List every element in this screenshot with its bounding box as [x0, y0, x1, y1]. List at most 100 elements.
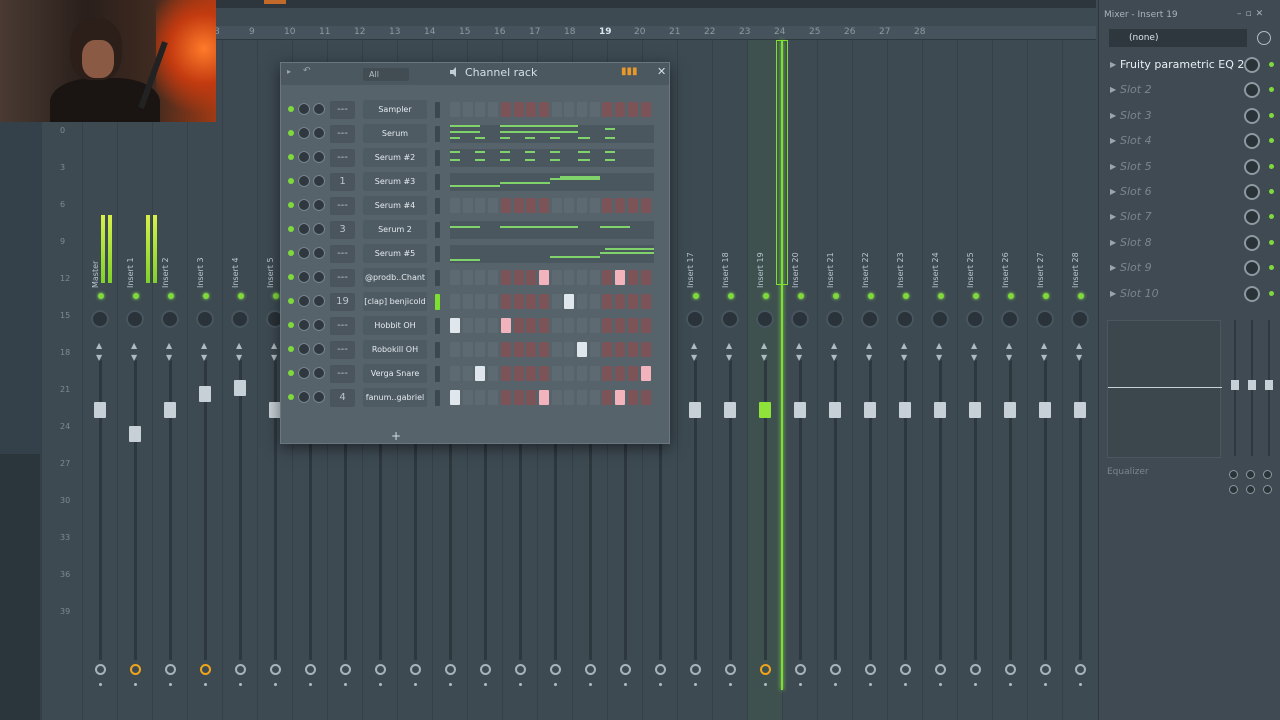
- slot-enable-led[interactable]: [1269, 112, 1274, 118]
- step-button[interactable]: [462, 198, 473, 213]
- route-dot[interactable]: [274, 683, 277, 686]
- slot-menu-arrow-icon[interactable]: ▶: [1110, 111, 1116, 120]
- step-button[interactable]: [602, 342, 613, 357]
- step-button[interactable]: [500, 318, 511, 333]
- step-button[interactable]: [513, 294, 524, 309]
- channel-filter-dropdown[interactable]: All: [363, 68, 409, 81]
- step-button[interactable]: [602, 318, 613, 333]
- send-knob[interactable]: [935, 664, 946, 675]
- step-button[interactable]: [450, 366, 460, 381]
- channel-enable-led[interactable]: [288, 298, 294, 304]
- volume-fader[interactable]: [94, 402, 106, 418]
- step-button[interactable]: [627, 366, 638, 381]
- slot-menu-arrow-icon[interactable]: ▶: [1110, 136, 1116, 145]
- channel-enable-led[interactable]: [288, 250, 294, 256]
- channel-select-toggle[interactable]: [435, 174, 440, 190]
- track-enable-led[interactable]: [973, 293, 979, 299]
- track-enable-led[interactable]: [833, 293, 839, 299]
- slot-enable-led[interactable]: [1269, 62, 1274, 67]
- send-knob[interactable]: [760, 664, 771, 675]
- mixer-track-number[interactable]: ---: [330, 365, 355, 383]
- mixer-track-number[interactable]: 1: [330, 173, 355, 191]
- mixer-track[interactable]: Insert 21 ▲ ▼: [817, 40, 852, 720]
- mixer-track-number[interactable]: ---: [330, 197, 355, 215]
- eq-mid-fader[interactable]: [1248, 380, 1256, 390]
- step-button[interactable]: [488, 366, 499, 381]
- step-button[interactable]: [589, 390, 600, 405]
- track-enable-led[interactable]: [133, 293, 139, 299]
- route-dot[interactable]: [414, 683, 417, 686]
- volume-fader[interactable]: [759, 402, 771, 418]
- step-button[interactable]: [488, 294, 499, 309]
- channel-select-toggle[interactable]: [435, 318, 440, 334]
- send-knob[interactable]: [795, 664, 806, 675]
- slot-enable-led[interactable]: [1269, 214, 1274, 220]
- channel-enable-led[interactable]: [288, 322, 294, 328]
- channel-name-button[interactable]: Serum 2: [363, 220, 427, 239]
- track-enable-led[interactable]: [728, 293, 734, 299]
- step-button[interactable]: [602, 102, 613, 117]
- volume-fader[interactable]: [829, 402, 841, 418]
- channel-pan-knob[interactable]: [298, 247, 310, 259]
- step-button[interactable]: [475, 390, 486, 405]
- mixer-track-number[interactable]: ---: [330, 125, 355, 143]
- route-dot[interactable]: [519, 683, 522, 686]
- route-dot[interactable]: [589, 683, 592, 686]
- step-button[interactable]: [640, 102, 651, 117]
- volume-fader[interactable]: [1004, 402, 1016, 418]
- mixer-track[interactable]: Insert 23 ▲ ▼: [887, 40, 922, 720]
- mixer-track-number[interactable]: 4: [330, 389, 355, 407]
- slot-menu-arrow-icon[interactable]: ▶: [1110, 263, 1116, 272]
- channel-row[interactable]: 1 Serum #3: [285, 172, 655, 192]
- piano-roll-preview[interactable]: [450, 125, 654, 143]
- step-button[interactable]: [488, 390, 499, 405]
- step-button[interactable]: [551, 342, 562, 357]
- mixer-track[interactable]: Insert 26 ▲ ▼: [992, 40, 1027, 720]
- effect-slot[interactable]: ▶ Slot 9: [1105, 257, 1275, 281]
- track-enable-led[interactable]: [763, 293, 769, 299]
- mixer-track[interactable]: Insert 27 ▲ ▼: [1027, 40, 1062, 720]
- step-button[interactable]: [488, 198, 499, 213]
- step-button[interactable]: [627, 270, 638, 285]
- channel-row[interactable]: --- Serum #4: [285, 196, 655, 216]
- pan-knob[interactable]: [756, 310, 774, 328]
- slot-mix-knob[interactable]: [1244, 57, 1260, 73]
- slot-mix-knob[interactable]: [1244, 133, 1260, 150]
- step-button[interactable]: [475, 318, 486, 333]
- step-button[interactable]: [551, 366, 562, 381]
- step-button[interactable]: [640, 318, 651, 333]
- send-knob[interactable]: [130, 664, 141, 675]
- routing-arrows-icon[interactable]: ▲ ▼: [236, 340, 242, 364]
- channel-pan-knob[interactable]: [298, 295, 310, 307]
- channel-row[interactable]: --- Serum: [285, 124, 655, 144]
- track-enable-led[interactable]: [203, 293, 209, 299]
- step-button[interactable]: [615, 366, 626, 381]
- route-dot[interactable]: [974, 683, 977, 686]
- step-button[interactable]: [462, 270, 473, 285]
- step-button[interactable]: [577, 390, 587, 405]
- step-button[interactable]: [500, 102, 511, 117]
- routing-arrows-icon[interactable]: ▲ ▼: [796, 340, 802, 364]
- step-button[interactable]: [627, 318, 638, 333]
- step-button[interactable]: [602, 390, 613, 405]
- step-button[interactable]: [475, 198, 486, 213]
- channel-name-button[interactable]: Sampler: [363, 100, 427, 119]
- step-button[interactable]: [602, 294, 613, 309]
- channel-select-toggle[interactable]: [435, 222, 440, 238]
- track-enable-led[interactable]: [1043, 293, 1049, 299]
- mixer-track-number[interactable]: 3: [330, 221, 355, 239]
- step-button[interactable]: [526, 366, 537, 381]
- step-button[interactable]: [513, 102, 524, 117]
- effect-slot[interactable]: ▶ Fruity parametric EQ 2: [1105, 54, 1275, 78]
- channel-name-button[interactable]: Serum #5: [363, 244, 427, 263]
- send-knob[interactable]: [375, 664, 386, 675]
- step-button[interactable]: [538, 390, 549, 405]
- step-button[interactable]: [627, 102, 638, 117]
- slot-menu-arrow-icon[interactable]: ▶: [1110, 187, 1116, 196]
- routing-arrows-icon[interactable]: ▲ ▼: [96, 340, 102, 364]
- slot-mix-knob[interactable]: [1244, 209, 1260, 226]
- slot-menu-arrow-icon[interactable]: ▶: [1110, 60, 1116, 69]
- step-button[interactable]: [513, 198, 524, 213]
- step-button[interactable]: [500, 366, 511, 381]
- send-knob[interactable]: [95, 664, 106, 675]
